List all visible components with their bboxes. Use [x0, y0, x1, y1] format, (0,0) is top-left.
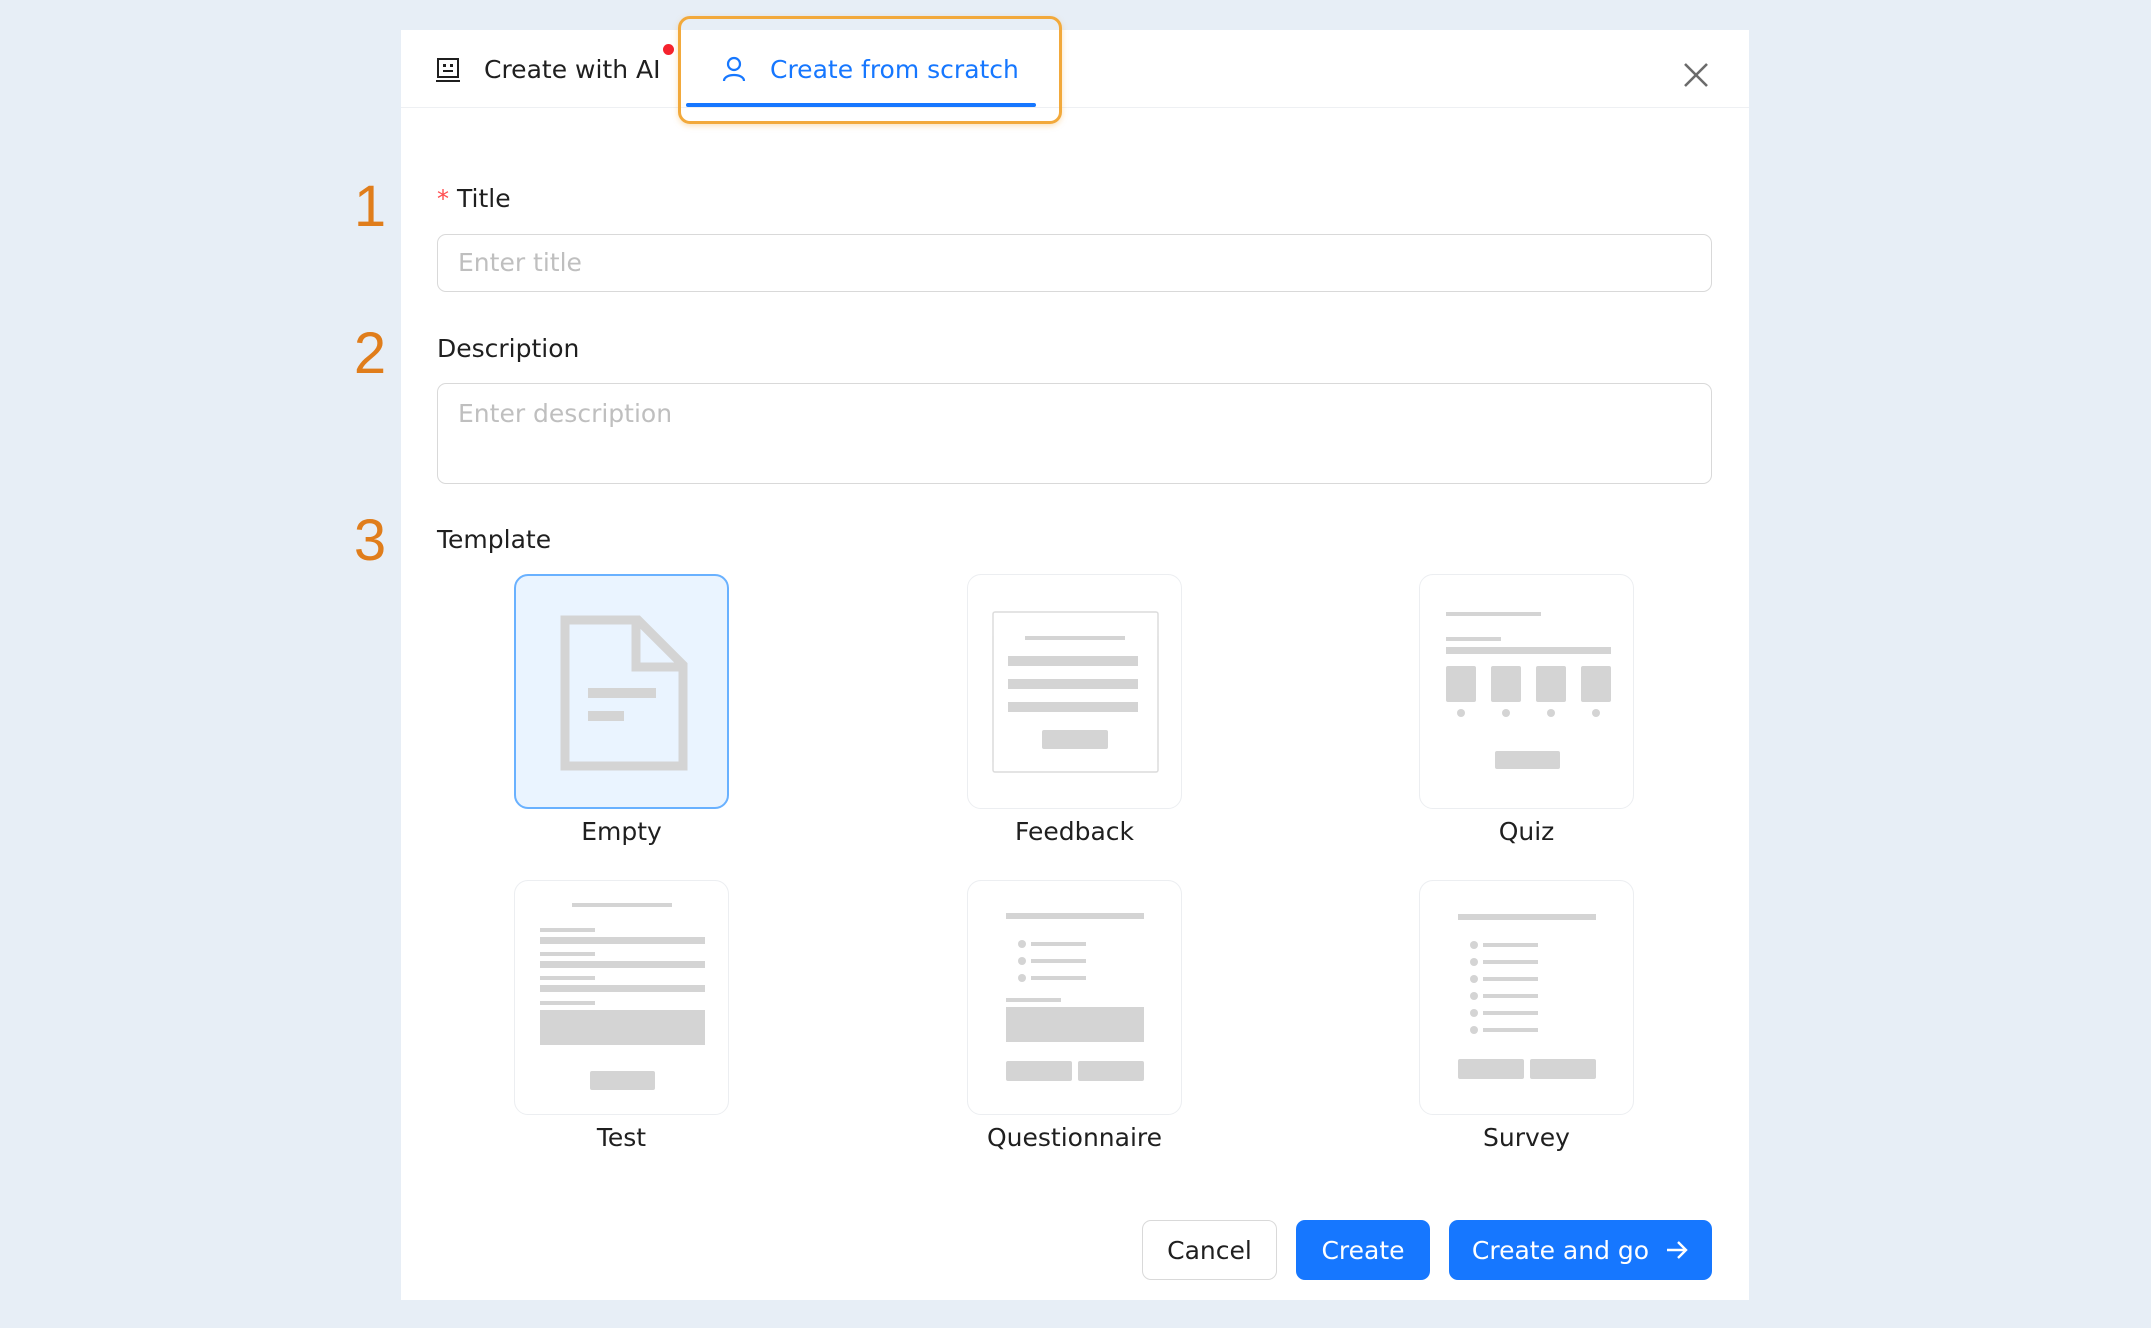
template-name: Feedback: [1014, 817, 1135, 846]
template-name: Test: [596, 1123, 647, 1152]
title-label-text: Title: [457, 184, 511, 213]
close-icon[interactable]: [1679, 58, 1713, 92]
title-input[interactable]: Enter title: [437, 234, 1712, 292]
arrow-right-icon: [1667, 1241, 1688, 1259]
template-preview: [514, 574, 729, 809]
tab-label: Create with AI: [484, 54, 661, 84]
active-tab-indicator: [686, 103, 1036, 107]
required-mark: *: [437, 185, 449, 213]
annotation-number-2: 2: [353, 321, 387, 386]
tab-label: Create from scratch: [770, 54, 1019, 84]
tab-bar: Create with AI Create from scratch: [401, 16, 1749, 124]
user-icon: [722, 56, 746, 82]
feedback-form-icon: [992, 611, 1159, 773]
document-icon: [560, 615, 688, 771]
questionnaire-form-icon: [1006, 913, 1144, 1081]
template-questionnaire[interactable]: Questionnaire: [967, 880, 1182, 1152]
template-name: Survey: [1483, 1123, 1570, 1152]
annotation-number-3: 3: [353, 508, 387, 573]
template-name: Questionnaire: [986, 1123, 1163, 1152]
template-preview: [514, 880, 729, 1115]
robot-icon: [436, 58, 460, 82]
template-survey[interactable]: Survey: [1419, 880, 1634, 1152]
create-button[interactable]: Create: [1296, 1220, 1430, 1280]
create-dialog: Create with AI Create from scratch * Titl…: [401, 16, 1749, 1300]
description-textarea[interactable]: Enter description: [437, 383, 1712, 484]
template-feedback[interactable]: Feedback: [967, 574, 1182, 846]
template-empty[interactable]: Empty: [514, 574, 729, 846]
cancel-button[interactable]: Cancel: [1142, 1220, 1277, 1280]
annotation-number-1: 1: [353, 174, 387, 239]
quiz-form-icon: [1446, 612, 1611, 769]
template-name: Quiz: [1498, 817, 1555, 846]
template-preview: [967, 880, 1182, 1115]
template-preview: [1419, 574, 1634, 809]
template-test[interactable]: Test: [514, 880, 729, 1152]
template-preview: [1419, 880, 1634, 1115]
create-and-go-label: Create and go: [1471, 1235, 1650, 1265]
survey-form-icon: [1458, 914, 1596, 1079]
screen: 1 2 3 Create with AI Create from scratch…: [0, 0, 2151, 1328]
tab-create-with-ai[interactable]: Create with AI: [436, 30, 660, 108]
test-form-icon: [540, 903, 705, 1090]
notification-dot: [663, 44, 674, 55]
template-name: Empty: [581, 817, 662, 846]
title-placeholder: Enter title: [458, 248, 582, 277]
template-quiz[interactable]: Quiz: [1419, 574, 1634, 846]
tab-create-from-scratch[interactable]: Create from scratch: [721, 30, 1019, 108]
title-label: * Title: [437, 184, 511, 213]
create-and-go-button[interactable]: Create and go: [1449, 1220, 1712, 1280]
template-label: Template: [437, 525, 552, 554]
description-placeholder: Enter description: [458, 399, 673, 428]
template-preview: [967, 574, 1182, 809]
description-label: Description: [437, 334, 580, 363]
